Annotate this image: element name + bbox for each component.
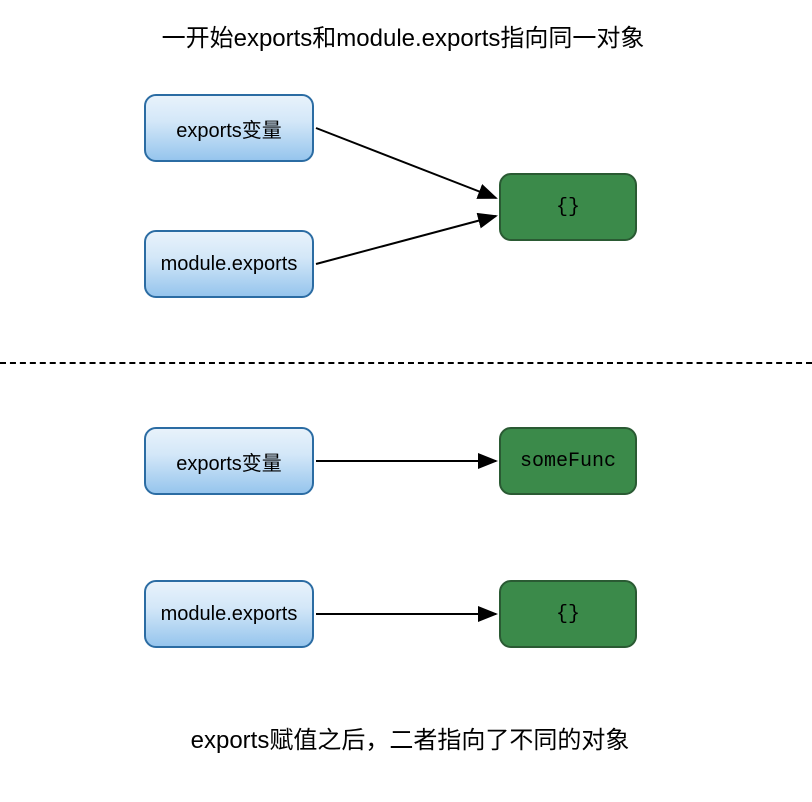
title-bottom: exports赋值之后，二者指向了不同的对象 [110, 720, 710, 755]
box-exports-bottom: exports变量 [144, 427, 314, 495]
arrow-module-to-object-top [316, 216, 496, 264]
arrows-layer [0, 0, 812, 802]
box-somefunc: someFunc [499, 427, 637, 495]
arrow-exports-to-object-top [316, 128, 496, 198]
box-module-exports-top: module.exports [144, 230, 314, 298]
title-top: 一开始exports和module.exports指向同一对象 [78, 18, 728, 53]
box-object-top: {} [499, 173, 637, 241]
box-exports-top: exports变量 [144, 94, 314, 162]
box-object-bottom: {} [499, 580, 637, 648]
divider-line [0, 362, 812, 364]
box-module-exports-bottom: module.exports [144, 580, 314, 648]
